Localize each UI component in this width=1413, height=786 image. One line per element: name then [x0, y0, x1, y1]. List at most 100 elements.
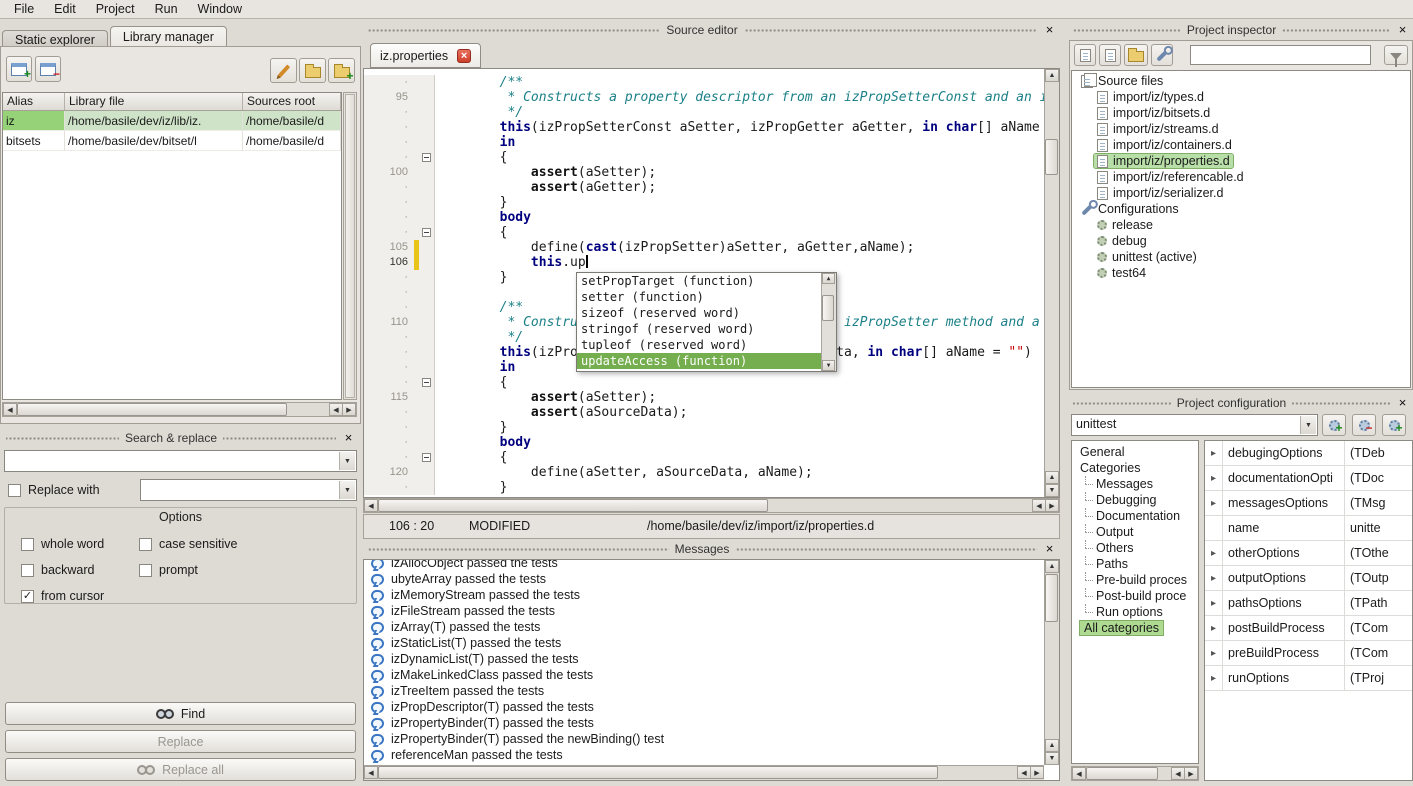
menu-project[interactable]: Project — [86, 1, 145, 17]
expand-arrow-icon[interactable]: ▸ — [1205, 566, 1223, 590]
add-source-button[interactable] — [1074, 44, 1096, 66]
property-row-pathsoptions[interactable]: ▸pathsOptions(TPath — [1205, 591, 1412, 616]
completion-item-setter-function[interactable]: setter (function) — [577, 289, 821, 305]
scroll-down-arrow[interactable] — [1045, 752, 1059, 765]
code-line-114[interactable]: · { — [364, 375, 1044, 390]
tree-item-release[interactable]: release — [1072, 217, 1410, 233]
property-row-debugingoptions[interactable]: ▸debugingOptions(TDeb — [1205, 441, 1412, 466]
tree-item-import-iz-containers-d[interactable]: import/iz/containers.d — [1072, 137, 1410, 153]
scroll-right-arrow[interactable] — [342, 403, 356, 416]
category-debugging[interactable]: Debugging — [1072, 492, 1198, 508]
code-line-94[interactable]: · /** — [364, 75, 1044, 90]
category-run-options[interactable]: Run options — [1072, 604, 1198, 620]
open-library-folder-button[interactable] — [299, 58, 326, 83]
message-item[interactable]: izPropertyBinder(T) passed the newBindin… — [364, 731, 1044, 747]
property-row-messagesoptions[interactable]: ▸messagesOptions(TMsg — [1205, 491, 1412, 516]
code-line-100[interactable]: 100 assert(aSetter); — [364, 165, 1044, 180]
scroll-left-arrow[interactable] — [3, 403, 17, 416]
fold-collapse-icon[interactable] — [422, 453, 431, 462]
scrollbar-thumb[interactable] — [1045, 574, 1058, 622]
project-inspector-close-button[interactable] — [1396, 23, 1409, 37]
message-item[interactable]: izPropDescriptor(T) passed the tests — [364, 699, 1044, 715]
tab-close-icon[interactable] — [457, 49, 471, 63]
completion-item-stringof-reserved-word[interactable]: stringof (reserved word) — [577, 321, 821, 337]
code-line-98[interactable]: · in — [364, 135, 1044, 150]
scrollbar-thumb[interactable] — [1045, 139, 1058, 175]
column-header-library-file[interactable]: Library file — [65, 93, 243, 110]
editor-tab-iz-properties[interactable]: iz.properties — [370, 43, 481, 68]
search-input[interactable] — [4, 450, 357, 472]
add-folder-button[interactable] — [1124, 44, 1148, 66]
property-row-outputoptions[interactable]: ▸outputOptions(TOutp — [1205, 566, 1412, 591]
scroll-down-arrow[interactable] — [1045, 484, 1059, 497]
config-tree-horizontal-scrollbar[interactable] — [1071, 766, 1199, 781]
expand-arrow-icon[interactable]: ▸ — [1205, 541, 1223, 565]
scroll-up-arrow[interactable] — [1045, 69, 1059, 82]
code-line-99[interactable]: · { — [364, 150, 1044, 165]
tree-item-test64[interactable]: test64 — [1072, 265, 1410, 281]
replace-input[interactable] — [140, 479, 357, 501]
menu-window[interactable]: Window — [188, 1, 252, 17]
replace-button[interactable]: Replace — [5, 730, 356, 753]
property-row-name[interactable]: nameunitte — [1205, 516, 1412, 541]
scroll-left-arrow[interactable] — [364, 499, 378, 512]
code-line-119[interactable]: · { — [364, 450, 1044, 465]
tree-item-debug[interactable]: debug — [1072, 233, 1410, 249]
chevron-down-icon[interactable] — [1300, 416, 1316, 434]
tree-item-configurations[interactable]: Configurations — [1072, 201, 1410, 217]
category-paths[interactable]: Paths — [1072, 556, 1198, 572]
configuration-select[interactable]: unittest — [1071, 414, 1318, 436]
message-item[interactable]: izArray(T) passed the tests — [364, 619, 1044, 635]
completion-scrollbar[interactable] — [821, 273, 836, 371]
scrollbar-thumb[interactable] — [1086, 767, 1158, 780]
tree-item-import-iz-serializer-d[interactable]: import/iz/serializer.d — [1072, 185, 1410, 201]
code-line-95[interactable]: 95 * Constructs a property descriptor fr… — [364, 90, 1044, 105]
category-all-categories[interactable]: All categories — [1072, 620, 1198, 636]
remove-source-button[interactable] — [1099, 44, 1121, 66]
expand-arrow-icon[interactable]: ▸ — [1205, 441, 1223, 465]
column-header-alias[interactable]: Alias — [3, 93, 65, 110]
editor-vertical-scrollbar[interactable] — [1044, 69, 1059, 497]
property-row-postbuildprocess[interactable]: ▸postBuildProcess(TCom — [1205, 616, 1412, 641]
code-line-118[interactable]: · body — [364, 435, 1044, 450]
code-line-96[interactable]: · */ — [364, 105, 1044, 120]
messages-horizontal-scrollbar[interactable] — [364, 765, 1044, 780]
tree-item-import-iz-bitsets-d[interactable]: import/iz/bitsets.d — [1072, 105, 1410, 121]
menu-edit[interactable]: Edit — [44, 1, 86, 17]
search-panel-close-button[interactable] — [342, 431, 355, 445]
library-table-vertical-scrollbar[interactable] — [343, 92, 357, 400]
scroll-right-arrow[interactable] — [1030, 766, 1044, 779]
category-output[interactable]: Output — [1072, 524, 1198, 540]
property-row-runoptions[interactable]: ▸runOptions(TProj — [1205, 666, 1412, 691]
category-general[interactable]: General — [1072, 444, 1198, 460]
column-header-sources-root[interactable]: Sources root — [243, 93, 341, 110]
scroll-up-arrow[interactable] — [1045, 471, 1059, 484]
checkbox-backward[interactable]: backward — [21, 562, 139, 578]
message-item[interactable]: izPropertyBinder(T) passed the tests — [364, 715, 1044, 731]
menu-run[interactable]: Run — [145, 1, 188, 17]
scroll-up-arrow[interactable] — [822, 273, 835, 284]
message-item[interactable]: izDynamicList(T) passed the tests — [364, 651, 1044, 667]
find-button[interactable]: Find — [5, 702, 356, 725]
remove-library-button[interactable] — [35, 56, 61, 82]
property-row-prebuildprocess[interactable]: ▸preBuildProcess(TCom — [1205, 641, 1412, 666]
message-item[interactable]: izStaticList(T) passed the tests — [364, 635, 1044, 651]
chevron-down-icon[interactable] — [339, 452, 355, 470]
tree-item-import-iz-streams-d[interactable]: import/iz/streams.d — [1072, 121, 1410, 137]
code-line-106[interactable]: 106 this.up — [364, 255, 1044, 270]
expand-arrow-icon[interactable]: ▸ — [1205, 491, 1223, 515]
completion-item-setproptarget-function[interactable]: setPropTarget (function) — [577, 273, 821, 289]
scroll-left-arrow[interactable] — [364, 766, 378, 779]
scroll-left-arrow[interactable] — [1171, 767, 1185, 780]
fold-collapse-icon[interactable] — [422, 153, 431, 162]
checkbox-whole-word[interactable]: whole word — [21, 536, 139, 552]
completion-item-sizeof-reserved-word[interactable]: sizeof (reserved word) — [577, 305, 821, 321]
menu-file[interactable]: File — [4, 1, 44, 17]
code-line-103[interactable]: · body — [364, 210, 1044, 225]
chevron-down-icon[interactable] — [339, 481, 355, 499]
messages-vertical-scrollbar[interactable] — [1044, 560, 1059, 765]
add-configuration-button[interactable] — [1322, 414, 1346, 436]
expand-arrow-icon[interactable]: ▸ — [1205, 666, 1223, 690]
message-item[interactable]: izMakeLinkedClass passed the tests — [364, 667, 1044, 683]
add-library-folder-button[interactable] — [328, 58, 355, 83]
